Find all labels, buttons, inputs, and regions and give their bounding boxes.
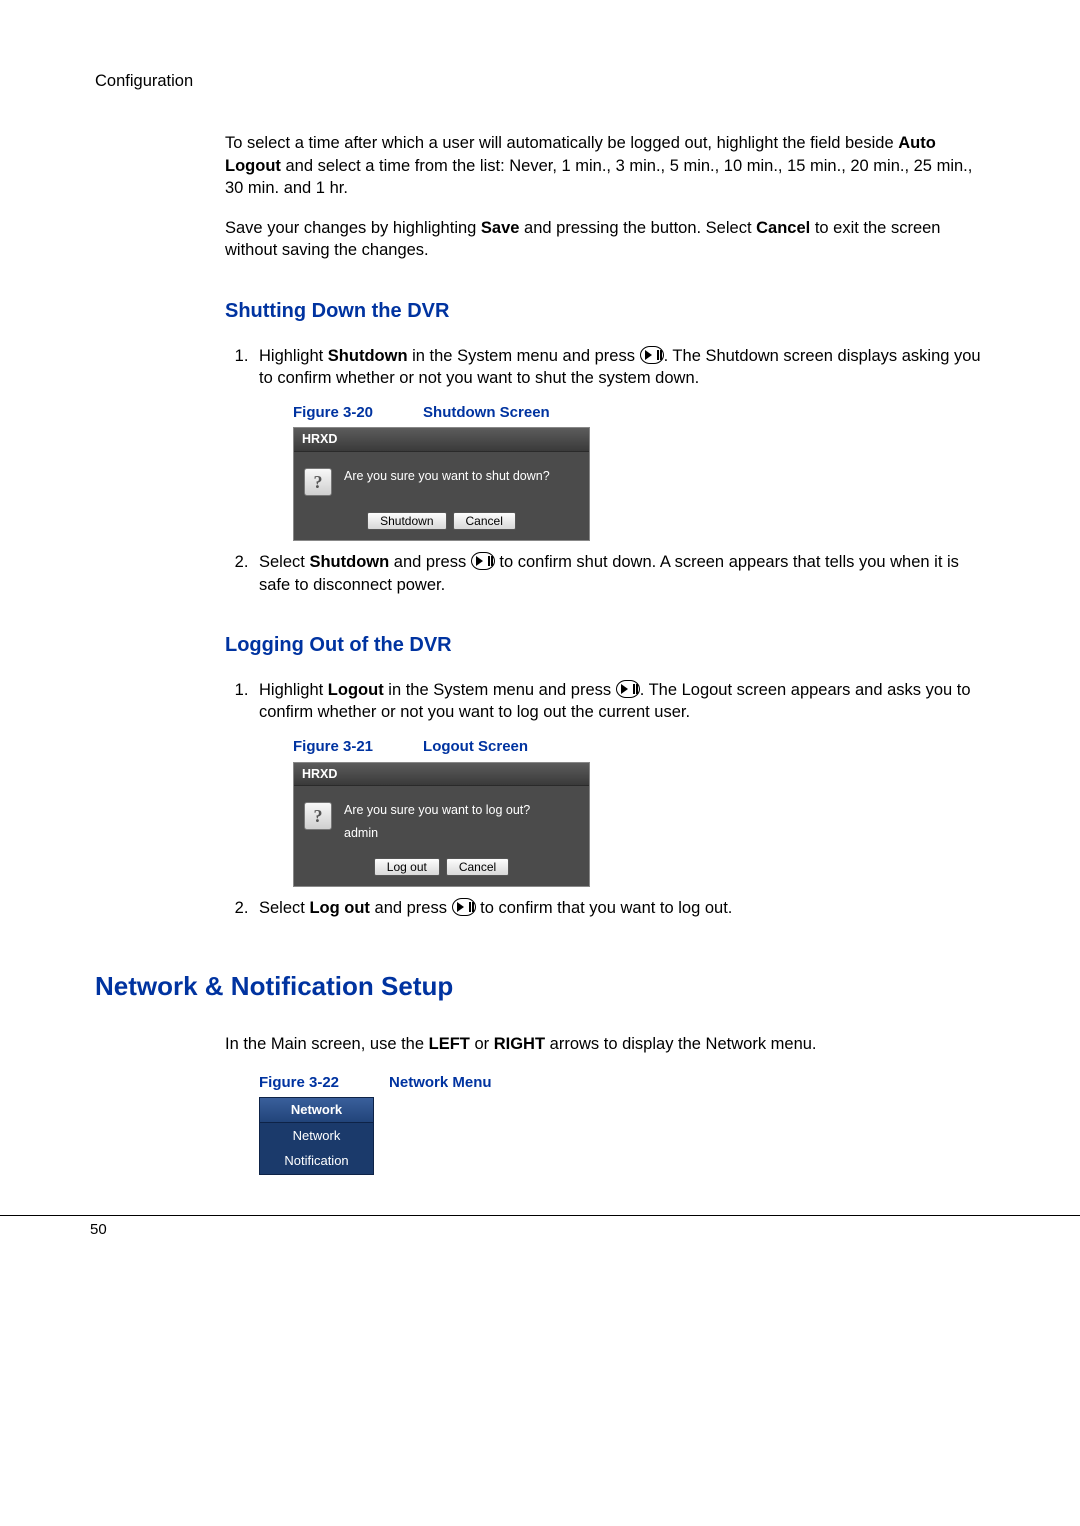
text: arrows to display the Network menu. xyxy=(545,1035,816,1053)
logging-out-heading: Logging Out of the DVR xyxy=(225,632,985,659)
network-menu-item-notification[interactable]: Notification xyxy=(260,1148,373,1174)
cancel-button[interactable]: Cancel xyxy=(446,858,509,876)
save-cancel-paragraph: Save your changes by highlighting Save a… xyxy=(225,217,985,262)
text: or xyxy=(470,1035,494,1053)
list-item: Select Shutdown and press to confirm shu… xyxy=(253,551,985,596)
auto-logout-paragraph: To select a time after which a user will… xyxy=(225,132,985,199)
list-item: Highlight Logout in the System menu and … xyxy=(253,679,985,887)
text: Highlight xyxy=(259,347,328,365)
logout-steps: Highlight Logout in the System menu and … xyxy=(225,679,985,920)
shutdown-steps: Highlight Shutdown in the System menu an… xyxy=(225,345,985,596)
text: and press xyxy=(370,899,452,917)
shutdown-dialog: HRXD ? Are you sure you want to shut dow… xyxy=(293,427,590,541)
figure-caption: Figure 3-21 Logout Screen xyxy=(293,737,985,757)
text: and press xyxy=(389,553,471,571)
list-item: Select Log out and press to confirm that… xyxy=(253,897,985,919)
figure-number: Figure 3-20 xyxy=(293,404,373,421)
dialog-message: Are you sure you want to log out? xyxy=(344,802,579,819)
text: and select a time from the list: Never, … xyxy=(225,157,972,197)
network-paragraph: In the Main screen, use the LEFT or RIGH… xyxy=(225,1033,985,1055)
figure-title: Shutdown Screen xyxy=(423,404,550,421)
play-pause-icon xyxy=(452,898,476,916)
text: to confirm that you want to log out. xyxy=(476,899,733,917)
logout-button[interactable]: Log out xyxy=(374,858,440,876)
text: and pressing the button. Select xyxy=(519,219,756,237)
dialog-user: admin xyxy=(344,825,579,842)
dialog-message: Are you sure you want to shut down? xyxy=(344,468,579,485)
figure-title: Network Menu xyxy=(389,1074,492,1091)
network-menu-item-network[interactable]: Network xyxy=(260,1123,373,1149)
logout-dialog: HRXD ? Are you sure you want to log out?… xyxy=(293,762,590,888)
network-menu: Network Network Notification xyxy=(259,1097,374,1175)
page-number: 50 xyxy=(90,1220,985,1240)
left-arrow-label: LEFT xyxy=(429,1035,470,1053)
figure-number: Figure 3-21 xyxy=(293,738,373,755)
shutdown-button[interactable]: Shutdown xyxy=(367,512,446,530)
play-pause-icon xyxy=(471,552,495,570)
logout-bold: Logout xyxy=(328,681,384,699)
text: In the Main screen, use the xyxy=(225,1035,429,1053)
figure-caption: Figure 3-22 Network Menu xyxy=(259,1073,985,1093)
figure-number: Figure 3-22 xyxy=(259,1074,339,1091)
play-pause-icon xyxy=(640,346,664,364)
figure-title: Logout Screen xyxy=(423,738,528,755)
figure-caption: Figure 3-20 Shutdown Screen xyxy=(293,403,985,423)
text: in the System menu and press xyxy=(384,681,616,699)
text: Select xyxy=(259,553,309,571)
cancel-button[interactable]: Cancel xyxy=(453,512,516,530)
page-header: Configuration xyxy=(95,70,985,92)
main-content: To select a time after which a user will… xyxy=(225,132,985,1174)
save-label: Save xyxy=(481,219,520,237)
text: Select xyxy=(259,899,309,917)
question-icon: ? xyxy=(304,468,332,496)
question-icon: ? xyxy=(304,802,332,830)
footer-rule xyxy=(0,1215,1080,1216)
text: Highlight xyxy=(259,681,328,699)
shutdown-bold: Shutdown xyxy=(328,347,408,365)
text: Save your changes by highlighting xyxy=(225,219,481,237)
list-item: Highlight Shutdown in the System menu an… xyxy=(253,345,985,542)
dialog-title: HRXD xyxy=(294,763,589,787)
dialog-title: HRXD xyxy=(294,428,589,452)
shutdown-bold: Shutdown xyxy=(309,553,389,571)
logout-bold: Log out xyxy=(309,899,369,917)
network-menu-header: Network xyxy=(260,1098,373,1123)
right-arrow-label: RIGHT xyxy=(494,1035,545,1053)
text: in the System menu and press xyxy=(408,347,640,365)
shutting-down-heading: Shutting Down the DVR xyxy=(225,298,985,325)
network-setup-heading: Network & Notification Setup xyxy=(95,969,985,1004)
text: To select a time after which a user will… xyxy=(225,134,898,152)
play-pause-icon xyxy=(616,680,640,698)
cancel-label: Cancel xyxy=(756,219,810,237)
